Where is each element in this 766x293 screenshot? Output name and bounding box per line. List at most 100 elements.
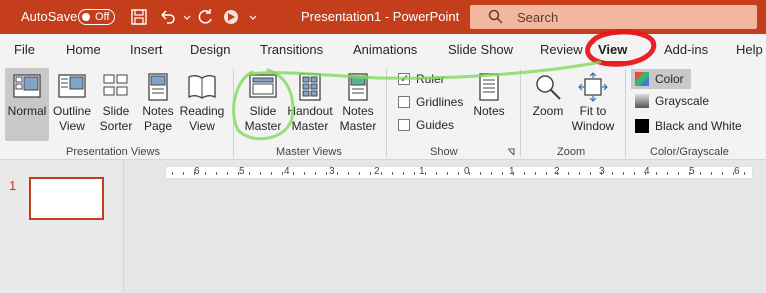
slide-master-label-2: Master <box>244 119 282 133</box>
notes-page-button[interactable]: Notes Page <box>138 68 178 141</box>
ruler-tick <box>612 172 613 175</box>
search-box[interactable]: Search <box>470 5 757 29</box>
grayscale-button[interactable]: Grayscale <box>635 94 709 108</box>
slide-master-button[interactable]: Slide Master <box>241 68 285 141</box>
save-icon[interactable] <box>130 8 148 26</box>
ruler-tick <box>634 172 635 175</box>
ruler-tick <box>491 172 492 175</box>
ruler-tick <box>392 172 393 175</box>
ruler-tick <box>579 172 580 175</box>
ruler-number: 1 <box>419 166 425 177</box>
notes-button[interactable]: Notes <box>470 68 508 141</box>
notes-master-icon <box>348 73 368 101</box>
fit-to-window-icon <box>578 72 608 102</box>
fit-to-window-button[interactable]: Fit to Window <box>568 68 618 141</box>
handout-master-icon <box>299 73 321 101</box>
notes-master-label-2: Master <box>339 119 377 133</box>
gridlines-checkbox-label: Gridlines <box>416 95 464 109</box>
tab-animations[interactable]: Animations <box>353 42 417 57</box>
tab-review[interactable]: Review <box>540 42 583 57</box>
undo-dropdown-icon[interactable] <box>178 8 196 26</box>
slide-sorter-button[interactable]: Slide Sorter <box>95 68 137 141</box>
black-and-white-label: Black and White <box>655 119 742 133</box>
tab-insert[interactable]: Insert <box>130 42 163 57</box>
normal-view-label: Normal <box>7 104 47 118</box>
black-and-white-button[interactable]: Black and White <box>635 119 742 133</box>
color-button[interactable]: Color <box>631 69 691 89</box>
reading-view-button[interactable]: Reading View <box>179 68 225 141</box>
gridlines-checkbox-box <box>398 96 410 108</box>
ruler-number: 2 <box>374 166 380 177</box>
ruler-tick <box>513 172 514 175</box>
autosave-label: AutoSave <box>21 9 78 24</box>
reading-view-icon <box>188 75 216 99</box>
ruler-tick <box>172 172 173 175</box>
tab-view[interactable]: View <box>598 42 627 57</box>
ruler-tick <box>469 172 470 175</box>
group-separator <box>625 69 626 157</box>
ruler-tick <box>348 172 349 175</box>
ruler-tick <box>293 172 294 175</box>
customize-toolbar-icon[interactable] <box>244 8 262 26</box>
group-label-zoom: Zoom <box>557 146 586 158</box>
grayscale-swatch-icon <box>635 94 649 108</box>
outline-view-button[interactable]: Outline View <box>51 68 93 141</box>
ruler-checkbox-box <box>398 73 410 85</box>
ruler-tick <box>194 172 195 175</box>
search-placeholder: Search <box>517 10 559 25</box>
autosave-state: Off <box>95 11 110 23</box>
ribbon: Normal Outline View Slide Sorter Notes P… <box>0 64 766 160</box>
ruler-tick <box>337 172 338 175</box>
ruler-tick <box>315 172 316 175</box>
ruler-tick <box>568 172 569 175</box>
ruler-tick <box>535 172 536 175</box>
tab-file[interactable]: File <box>14 42 35 57</box>
ruler-tick <box>381 172 382 175</box>
slide-sorter-icon <box>103 74 128 96</box>
slide-work-area[interactable] <box>125 160 766 293</box>
normal-view-button[interactable]: Normal <box>5 68 49 141</box>
zoom-label: Zoom <box>532 104 564 118</box>
ruler-tick <box>227 172 228 175</box>
notes-page-label-2: Page <box>143 119 173 133</box>
ruler-tick <box>425 172 426 175</box>
tab-add-ins[interactable]: Add-ins <box>664 42 708 57</box>
notes-master-label-1: Notes <box>342 104 374 118</box>
ruler-tick <box>359 172 360 175</box>
guides-checkbox-label: Guides <box>416 118 455 132</box>
window-title: Presentation1 - PowerPoint <box>301 9 460 24</box>
guides-checkbox-box <box>398 119 410 131</box>
tab-design[interactable]: Design <box>190 42 230 57</box>
group-label-color-grayscale: Color/Grayscale <box>650 146 729 158</box>
ruler-tick <box>711 172 712 175</box>
tab-slide-show[interactable]: Slide Show <box>448 42 513 57</box>
ruler-tick <box>601 172 602 175</box>
tab-home[interactable]: Home <box>66 42 101 57</box>
ruler-tick <box>271 172 272 175</box>
outline-view-icon <box>58 74 86 98</box>
notes-icon <box>479 73 499 101</box>
handout-master-button[interactable]: Handout Master <box>286 68 334 141</box>
slide-master-icon <box>249 74 277 98</box>
notes-label: Notes <box>473 104 505 118</box>
present-icon[interactable] <box>222 8 240 26</box>
grayscale-label: Grayscale <box>655 94 710 108</box>
search-icon <box>488 9 503 24</box>
undo-icon[interactable] <box>158 8 176 26</box>
reading-view-label-1: Reading <box>179 104 225 118</box>
gridlines-checkbox[interactable]: Gridlines <box>398 95 463 109</box>
ruler-tick <box>216 172 217 175</box>
ruler-tick <box>689 172 690 175</box>
zoom-button[interactable]: Zoom <box>528 68 568 141</box>
redo-icon[interactable] <box>196 8 214 26</box>
tab-help[interactable]: Help <box>736 42 763 57</box>
autosave-toggle[interactable]: Off <box>78 9 115 25</box>
dialog-launcher-icon[interactable] <box>507 148 515 156</box>
fit-to-window-label-2: Window <box>571 119 615 133</box>
guides-checkbox[interactable]: Guides <box>398 118 454 132</box>
notes-master-button[interactable]: Notes Master <box>337 68 379 141</box>
group-label-master-views: Master Views <box>276 146 342 158</box>
tab-transitions[interactable]: Transitions <box>260 42 323 57</box>
ruler-checkbox[interactable]: Ruler <box>398 72 445 86</box>
slide-thumbnail[interactable] <box>29 177 104 220</box>
